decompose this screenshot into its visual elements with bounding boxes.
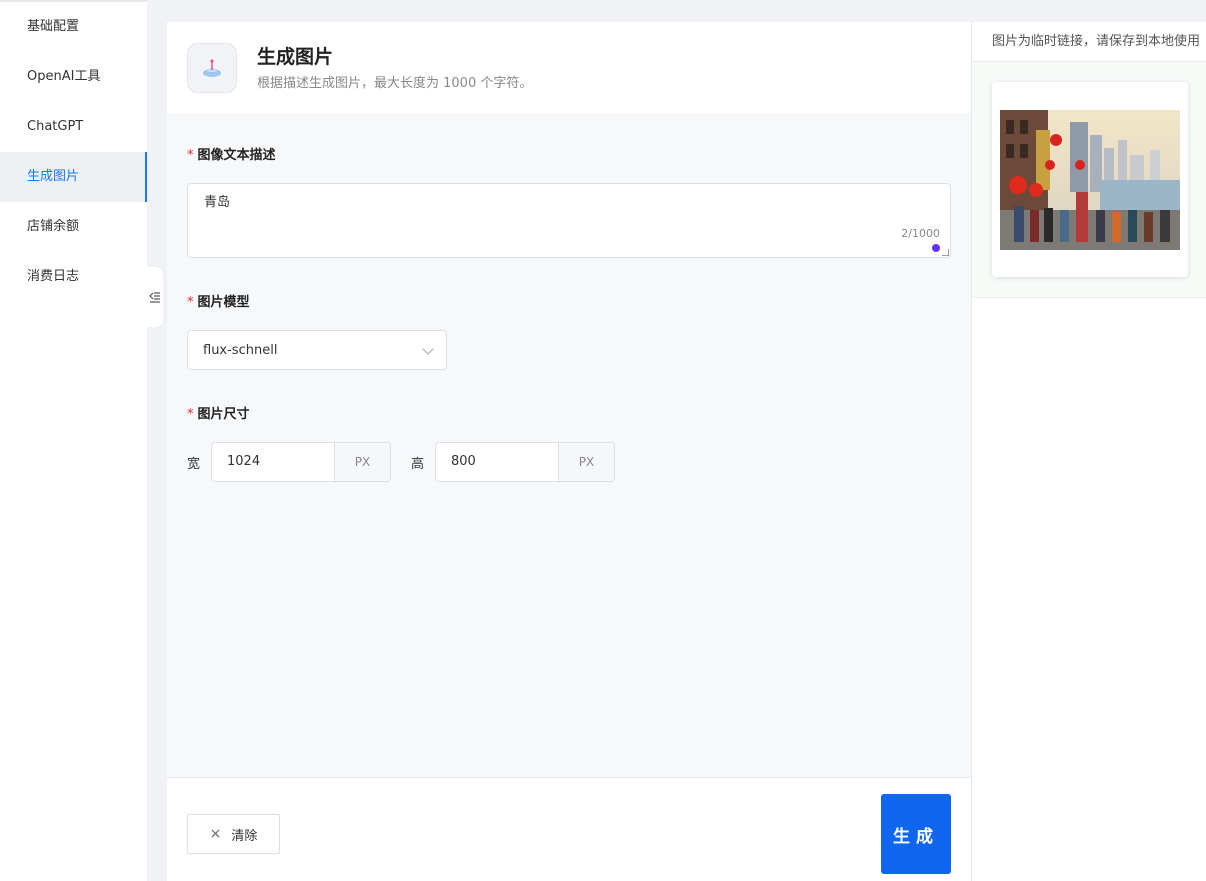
sidebar-item-chatgpt[interactable]: ChatGPT [0,102,147,152]
main-panel: 生成图片 根据描述生成图片，最大长度为 1000 个字符。 * 图像文本描述 青岛… [167,22,971,881]
model-label: * 图片模型 [187,295,250,310]
sidebar-item-basic-config[interactable]: 基础配置 [0,2,147,52]
height-value: 800 [451,454,476,469]
collapse-menu-icon [149,292,160,303]
chevron-down-icon [422,343,434,355]
height-label: 高 [411,456,425,472]
height-input[interactable]: 800 PX [435,442,615,482]
required-mark: * [187,295,194,310]
size-label: * 图片尺寸 [187,407,250,422]
sidebar-item-consumption-log[interactable]: 消费日志 [0,252,147,302]
status-dot-icon [932,244,940,252]
generated-image-card[interactable] [992,82,1188,277]
width-unit: PX [334,443,390,481]
resize-handle-icon[interactable] [942,249,949,256]
required-mark: * [187,148,194,163]
sidebar: 基础配置 OpenAI工具 ChatGPT 生成图片 店铺余额 消费日志 [0,0,147,881]
prompt-value: 青岛 [204,195,231,210]
prompt-char-count: 2/1000 [901,227,940,240]
result-panel: 图片为临时链接，请保存到本地使用 [971,22,1206,881]
width-value: 1024 [227,454,261,469]
page-subtitle: 根据描述生成图片，最大长度为 1000 个字符。 [257,76,533,91]
sidebar-item-openai-tools[interactable]: OpenAI工具 [0,52,147,102]
clear-button-label: 清除 [231,828,258,844]
generate-button[interactable]: 生成 [881,794,951,874]
form-footer: × 清除 生成 [167,777,971,881]
image-generate-icon [187,42,237,93]
size-row: 宽 1024 PX 高 800 PX [187,442,615,482]
model-select[interactable]: flux-schnell [187,330,447,370]
clear-button[interactable]: × 清除 [187,814,280,854]
sidebar-item-generate-image[interactable]: 生成图片 [0,152,147,202]
sidebar-item-shop-balance[interactable]: 店铺余额 [0,202,147,252]
width-input[interactable]: 1024 PX [211,442,391,482]
prompt-textarea[interactable]: 青岛 2/1000 [187,183,951,258]
close-icon: × [209,826,222,842]
prompt-label: * 图像文本描述 [187,148,276,163]
page-header: 生成图片 根据描述生成图片，最大长度为 1000 个字符。 [167,22,971,113]
height-unit: PX [558,443,614,481]
model-select-value: flux-schnell [203,342,278,358]
generated-image[interactable] [1000,110,1180,250]
result-area [972,62,1206,298]
page-title: 生成图片 [257,46,334,68]
sidebar-collapse-toggle[interactable] [147,267,163,327]
temp-link-notice: 图片为临时链接，请保存到本地使用 [972,22,1206,62]
width-label: 宽 [187,456,201,472]
required-mark: * [187,407,194,422]
